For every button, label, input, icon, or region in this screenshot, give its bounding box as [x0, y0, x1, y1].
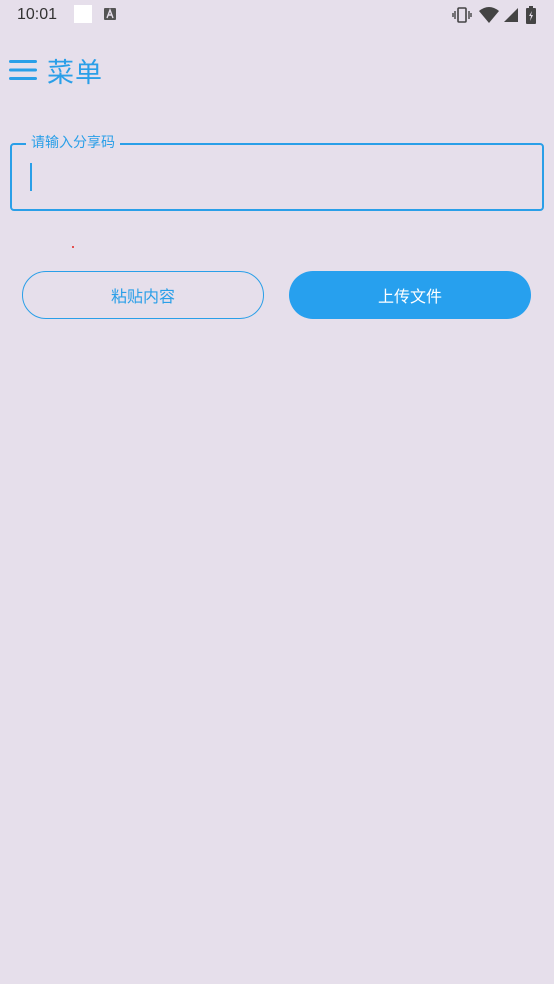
- share-code-label: 请输入分享码: [26, 134, 120, 152]
- menu-title[interactable]: 菜单: [47, 51, 103, 90]
- hamburger-icon[interactable]: [9, 59, 37, 81]
- vibrate-icon: [452, 7, 472, 23]
- share-code-input[interactable]: 请输入分享码: [10, 134, 544, 211]
- paste-button[interactable]: 粘贴内容: [22, 271, 264, 319]
- upload-button[interactable]: 上传文件: [289, 271, 531, 319]
- text-cursor: [30, 163, 32, 191]
- status-time: 10:01: [17, 6, 58, 23]
- red-dot: [72, 246, 74, 248]
- signal-icon: [504, 8, 518, 22]
- a-icon: [104, 8, 116, 20]
- status-bar: 10:01: [0, 0, 554, 30]
- wifi-icon: [479, 7, 499, 23]
- battery-icon: [526, 6, 536, 24]
- notification-square-icon: [74, 5, 92, 23]
- menu-header[interactable]: 菜单: [9, 51, 103, 90]
